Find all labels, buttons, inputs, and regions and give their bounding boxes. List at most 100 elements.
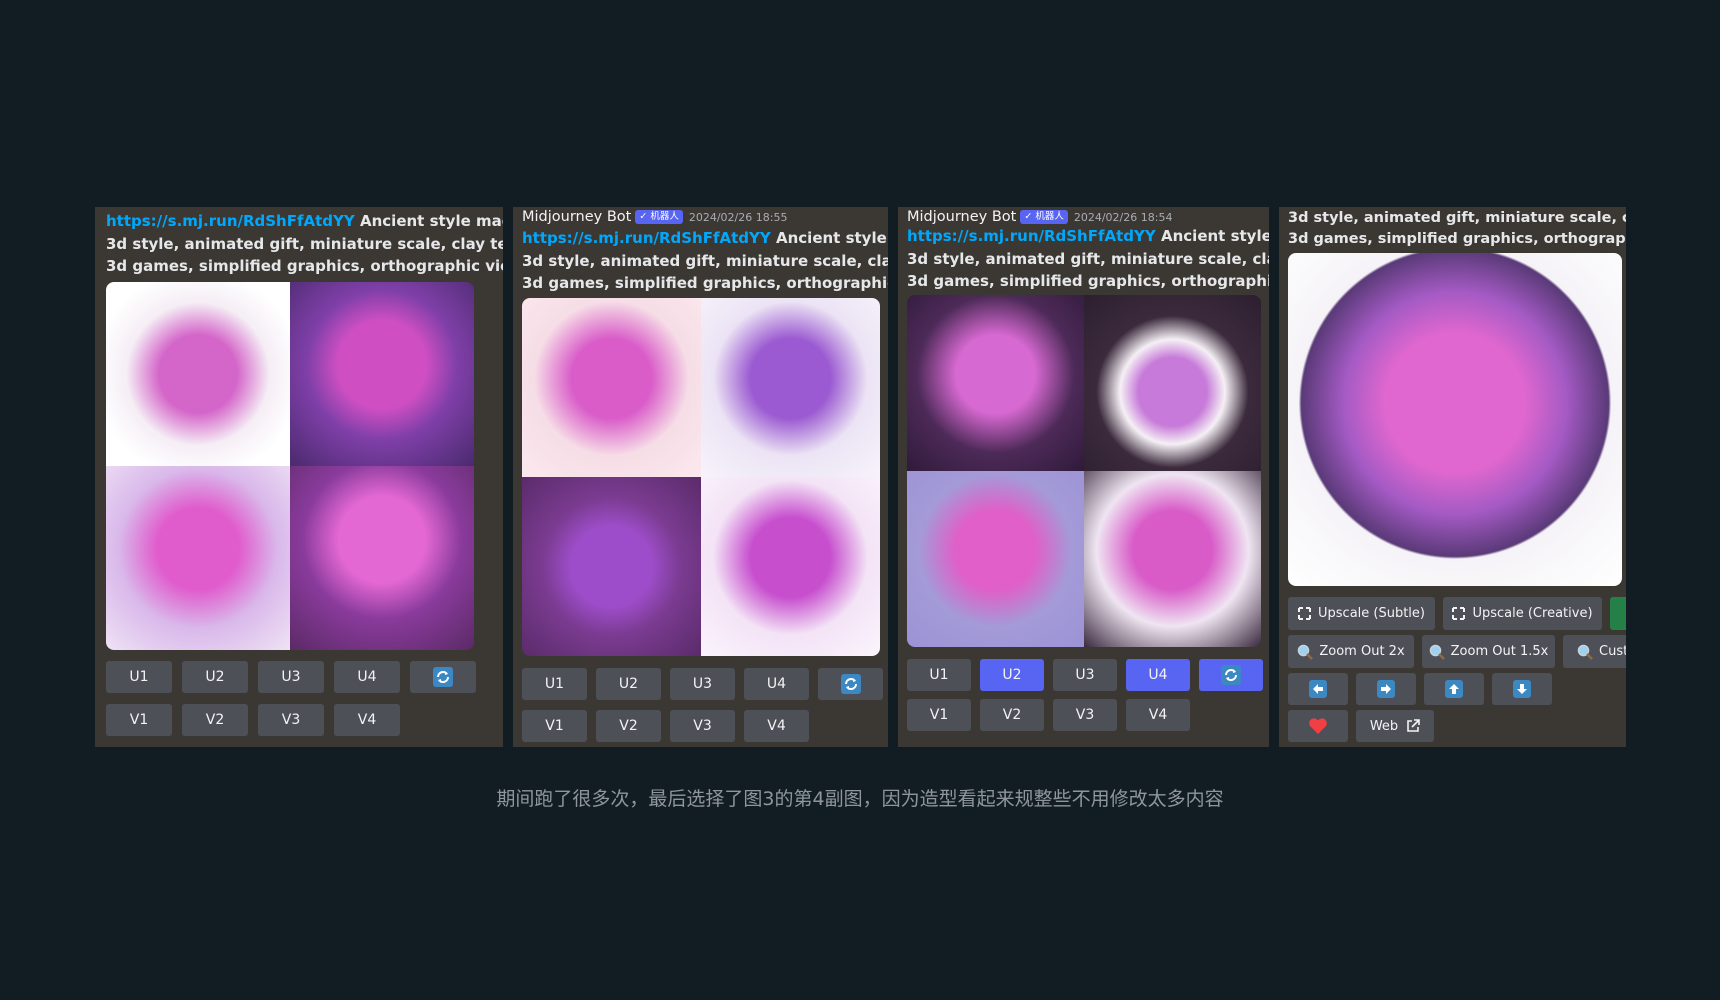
- v2-button[interactable]: V2: [980, 699, 1044, 731]
- prompt-line-1: Ancient style magic fan,: [776, 229, 888, 247]
- prompt-line-3: 3d games, simplified graphics, orthograp…: [106, 257, 503, 275]
- v3-button[interactable]: V3: [670, 710, 735, 742]
- grid-image-3[interactable]: [907, 471, 1084, 647]
- reroll-button[interactable]: [410, 661, 476, 693]
- refresh-icon: [840, 674, 861, 694]
- v1-button[interactable]: V1: [106, 704, 172, 736]
- web-button[interactable]: Web: [1356, 710, 1434, 742]
- v4-button[interactable]: V4: [744, 710, 809, 742]
- v1-button[interactable]: V1: [907, 699, 971, 731]
- zoom-out-1-5x-label: Zoom Out 1.5x: [1450, 644, 1549, 659]
- reroll-button[interactable]: [1199, 659, 1263, 691]
- grid-image-2[interactable]: [701, 298, 880, 477]
- arrow-left-icon: [1309, 680, 1327, 698]
- u2-button[interactable]: U2: [596, 668, 661, 700]
- pan-up-button[interactable]: [1424, 673, 1484, 705]
- pan-right-button[interactable]: [1356, 673, 1416, 705]
- green-action-button[interactable]: [1610, 597, 1626, 630]
- magnifier-icon: [1297, 644, 1314, 660]
- prompt-link[interactable]: https://s.mj.run/RdShFfAtdYY: [522, 229, 771, 247]
- grid-image-2[interactable]: [1084, 295, 1261, 471]
- grid-image-2[interactable]: [290, 282, 474, 466]
- message-header: Midjourney Bot ✓ 机器人 2024/02/26 18:55: [522, 209, 787, 225]
- prompt-text: https://s.mj.run/RdShFfAtdYY Ancient sty…: [522, 227, 888, 295]
- upscaled-panel: 3d style, animated gift, miniature scale…: [1279, 207, 1626, 747]
- u1-button[interactable]: U1: [907, 659, 971, 691]
- reroll-button[interactable]: [818, 668, 883, 700]
- web-label: Web: [1369, 718, 1399, 734]
- custom-zoom-button[interactable]: Custom Zoom: [1563, 635, 1626, 668]
- v4-button[interactable]: V4: [334, 704, 400, 736]
- prompt-text: https://s.mj.run/RdShFfAtdYY Ancient sty…: [106, 210, 503, 278]
- grid-panel-1: https://s.mj.run/RdShFfAtdYY Ancient sty…: [95, 207, 503, 747]
- arrow-right-icon: [1377, 680, 1395, 698]
- v3-button[interactable]: V3: [1053, 699, 1117, 731]
- favorite-button[interactable]: [1288, 710, 1348, 742]
- timestamp: 2024/02/26 18:54: [1073, 211, 1173, 224]
- zoom-out-1-5x-button[interactable]: Zoom Out 1.5x: [1422, 635, 1555, 668]
- prompt-line-1: Ancient style magic fan,: [1161, 227, 1269, 245]
- prompt-line-3: 3d games, simplified graphics, orthograp…: [907, 272, 1269, 290]
- v2-button[interactable]: V2: [596, 710, 661, 742]
- grid-image-4[interactable]: [290, 466, 474, 650]
- prompt-text: 3d style, animated gift, miniature scale…: [1288, 208, 1626, 250]
- upscale-subtle-label: Upscale (Subtle): [1318, 606, 1425, 621]
- u4-button[interactable]: U4: [1126, 659, 1190, 691]
- u1-button[interactable]: U1: [522, 668, 587, 700]
- arrow-up-icon: [1445, 680, 1463, 698]
- heart-icon: [1308, 717, 1328, 735]
- grid-panel-2: Midjourney Bot ✓ 机器人 2024/02/26 18:55 http…: [513, 207, 888, 747]
- bot-badge: ✓ 机器人: [635, 210, 683, 224]
- upscale-creative-button[interactable]: Upscale (Creative): [1443, 597, 1602, 630]
- message-header: Midjourney Bot ✓ 机器人 2024/02/26 18:54: [907, 209, 1172, 225]
- u1-button[interactable]: U1: [106, 661, 172, 693]
- u3-button[interactable]: U3: [258, 661, 324, 693]
- arrow-down-icon: [1513, 680, 1531, 698]
- grid-image-1[interactable]: [907, 295, 1084, 471]
- grid-image-4[interactable]: [1084, 471, 1261, 647]
- u4-button[interactable]: U4: [334, 661, 400, 693]
- v1-button[interactable]: V1: [522, 710, 587, 742]
- prompt-line-2: 3d style, animated gift, miniature scale…: [106, 234, 503, 253]
- prompt-text: https://s.mj.run/RdShFfAtdYY Ancient sty…: [907, 225, 1269, 293]
- upscaled-image[interactable]: [1288, 253, 1622, 586]
- prompt-line-1: Ancient style magic fan,: [360, 212, 503, 230]
- timestamp: 2024/02/26 18:55: [688, 211, 788, 224]
- bot-badge: ✓ 机器人: [1020, 210, 1068, 224]
- grid-image-3[interactable]: [106, 466, 290, 650]
- upscale-subtle-button[interactable]: Upscale (Subtle): [1288, 597, 1435, 630]
- image-grid[interactable]: [907, 295, 1261, 647]
- grid-image-4[interactable]: [701, 477, 880, 656]
- bot-name[interactable]: Midjourney Bot: [522, 209, 631, 225]
- refresh-icon: [1221, 665, 1241, 685]
- v2-button[interactable]: V2: [182, 704, 248, 736]
- u3-button[interactable]: U3: [670, 668, 735, 700]
- grid-image-1[interactable]: [522, 298, 701, 477]
- prompt-line-3: 3d games, simplified graphics, orthograp…: [1288, 231, 1626, 247]
- v3-button[interactable]: V3: [258, 704, 324, 736]
- prompt-line-2: 3d style, animated gift, miniature scale…: [522, 251, 888, 270]
- u2-button[interactable]: U2: [182, 661, 248, 693]
- refresh-icon: [433, 667, 453, 687]
- magnifier-icon: [1577, 644, 1593, 660]
- zoom-out-2x-button[interactable]: Zoom Out 2x: [1288, 635, 1414, 668]
- u2-button[interactable]: U2: [980, 659, 1044, 691]
- u3-button[interactable]: U3: [1053, 659, 1117, 691]
- custom-zoom-label: Custom Zoom: [1599, 644, 1626, 659]
- image-grid[interactable]: [106, 282, 474, 650]
- u4-button[interactable]: U4: [744, 668, 809, 700]
- prompt-link[interactable]: https://s.mj.run/RdShFfAtdYY: [106, 212, 355, 230]
- bot-name[interactable]: Midjourney Bot: [907, 209, 1016, 225]
- image-grid[interactable]: [522, 298, 880, 656]
- upscale-creative-label: Upscale (Creative): [1472, 606, 1593, 621]
- prompt-line-2: 3d style, animated gift, miniature scale…: [907, 249, 1269, 268]
- caption-text: 期间跑了很多次，最后选择了图3的第4副图，因为造型看起来规整些不用修改太多内容: [496, 788, 1224, 810]
- grid-image-1[interactable]: [106, 282, 290, 466]
- grid-panel-3: Midjourney Bot ✓ 机器人 2024/02/26 18:54 http…: [898, 207, 1269, 747]
- expand-icon: [1452, 607, 1466, 620]
- v4-button[interactable]: V4: [1126, 699, 1190, 731]
- prompt-link[interactable]: https://s.mj.run/RdShFfAtdYY: [907, 227, 1156, 245]
- grid-image-3[interactable]: [522, 477, 701, 656]
- pan-left-button[interactable]: [1288, 673, 1348, 705]
- pan-down-button[interactable]: [1492, 673, 1552, 705]
